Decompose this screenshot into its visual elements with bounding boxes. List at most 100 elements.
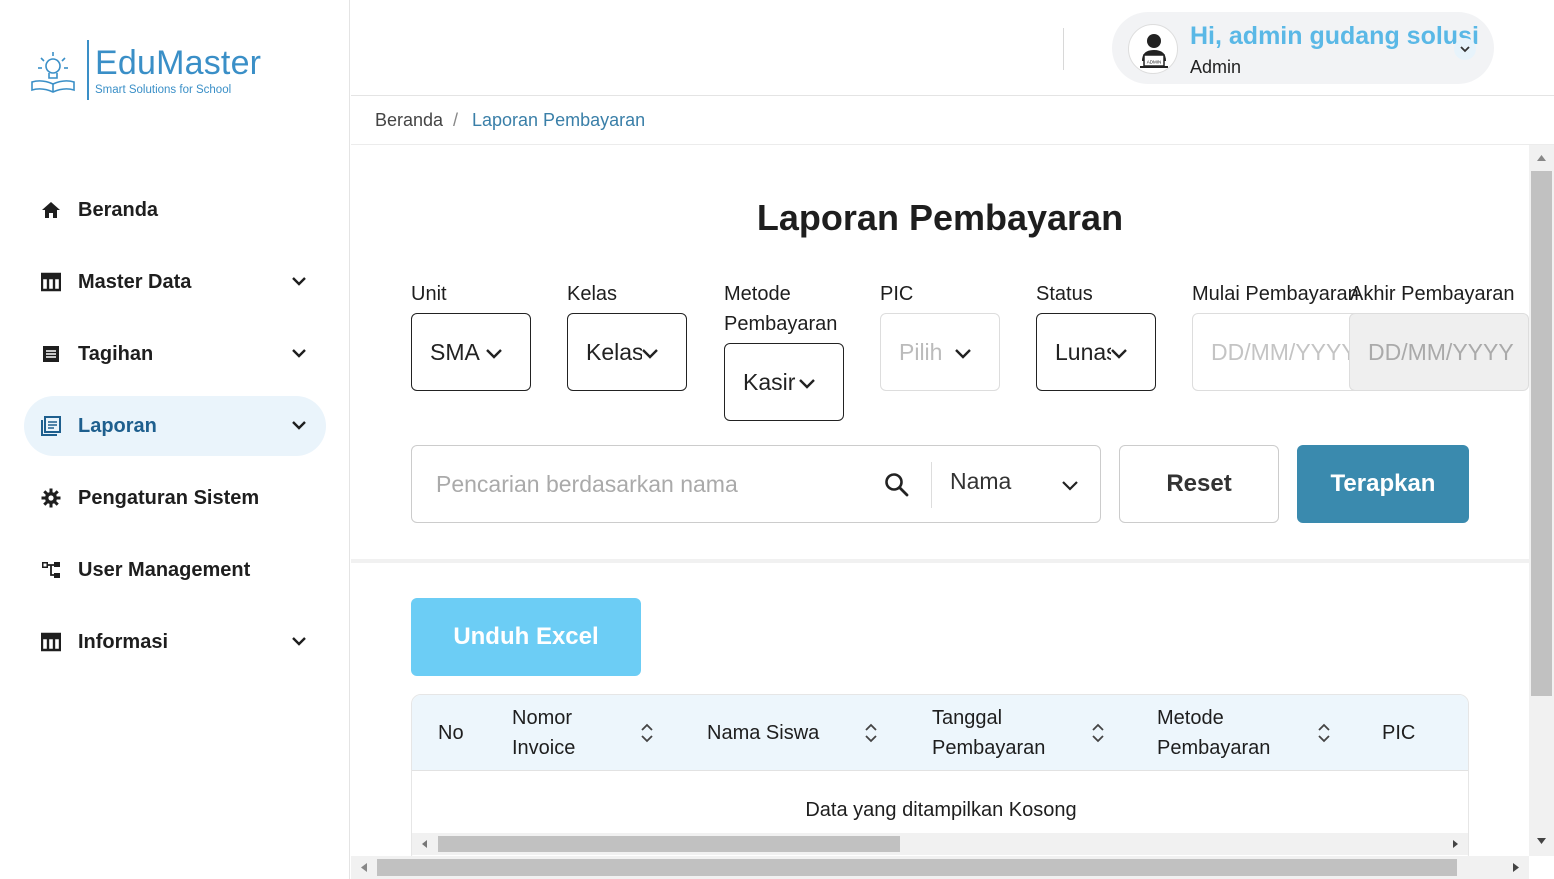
apply-button[interactable]: Terapkan [1297,445,1469,523]
filter-status: Status [1036,279,1093,309]
filter-pic: PIC [880,279,913,309]
sidebar-item-label: Informasi [78,630,169,653]
scroll-right-arrow-icon[interactable] [1511,862,1521,873]
gear-icon [40,487,62,509]
page-title: Laporan Pembayaran [756,197,1124,238]
logo-divider [87,40,89,100]
filter-label: Status [1036,283,1093,305]
scroll-left-arrow-icon[interactable] [420,839,430,849]
table-header: No Nomor Invoice Nama Siswa Tanggal Pemb… [412,695,1468,771]
sort-icon[interactable] [640,722,654,744]
table-horizontal-scrollbar[interactable] [412,833,1468,855]
select-value: Pilih [899,338,943,365]
header-divider [1063,28,1064,70]
table-icon [40,631,62,653]
select-value: Kasir [743,368,796,395]
sidebar-item-label: Tagihan [78,342,154,365]
scrollbar-thumb[interactable] [1531,171,1552,696]
search-field-select[interactable]: Nama [950,468,1011,495]
chevron-down-icon [486,349,502,359]
sidebar-item-master-data[interactable]: Master Data [24,252,326,312]
kelas-select[interactable]: Kelas [567,313,687,391]
scroll-right-arrow-icon[interactable] [1450,839,1460,849]
select-value: SMA [430,338,480,365]
sidebar-item-tagihan[interactable]: Tagihan [24,324,326,384]
filter-label: Akhir Pembayaran [1350,283,1515,305]
chevron-down-icon [955,349,971,359]
sidebar-item-pengaturan-sistem[interactable]: Pengaturan Sistem [24,468,326,528]
sort-icon[interactable] [864,722,878,744]
filter-label: Unit [411,283,447,305]
scrollbar-thumb[interactable] [438,836,900,852]
sidebar: EduMaster Smart Solutions for School Ber… [0,0,350,879]
page-vertical-scrollbar[interactable] [1529,145,1554,856]
metode-select[interactable]: Kasir [724,343,844,421]
report-icon [40,415,62,437]
brand-logo[interactable]: EduMaster Smart Solutions for School [28,40,268,102]
column-header-metode-pembayaran[interactable]: Metode Pembayaran [1157,695,1297,771]
search-icon[interactable] [884,472,910,498]
scrollbar-thumb[interactable] [377,859,1457,876]
sidebar-item-user-management[interactable]: User Management [24,540,326,600]
sidebar-nav: Beranda Master Data Tagihan Laporan Peng… [24,180,326,684]
scroll-up-arrow-icon[interactable] [1536,153,1547,162]
export-excel-button[interactable]: Unduh Excel [411,598,641,676]
breadcrumb-separator: / [453,110,459,130]
unit-select[interactable]: SMA [411,313,531,391]
sidebar-item-laporan[interactable]: Laporan [24,396,326,456]
pic-select[interactable]: Pilih [880,313,1000,391]
filter-label: Mulai Pembayaran [1192,283,1359,305]
sort-icon[interactable] [1317,722,1331,744]
chevron-down-icon[interactable] [1060,475,1080,495]
hierarchy-icon [40,559,62,581]
svg-text:ADMIN: ADMIN [1147,60,1162,65]
column-header-nomor-invoice[interactable]: Nomor Invoice [512,695,622,771]
akhir-date-input[interactable]: DD/MM/YYYY [1349,313,1529,391]
filter-label: Metode Pembayaran [724,283,838,335]
filter-label: PIC [880,283,914,305]
breadcrumb: Beranda / Laporan Pembayaran [351,96,1554,145]
breadcrumb-current[interactable]: Laporan Pembayaran [472,110,645,131]
sidebar-item-beranda[interactable]: Beranda [24,180,326,240]
breadcrumb-home[interactable]: Beranda [375,110,443,131]
chevron-down-icon[interactable] [1454,38,1476,60]
column-header-tanggal-pembayaran[interactable]: Tanggal Pembayaran [932,695,1072,771]
filter-akhir: Akhir Pembayaran [1350,279,1515,309]
select-value: Kelas [586,338,642,365]
mulai-date-input[interactable]: DD/MM/YYYY [1192,313,1362,391]
user-menu[interactable]: ADMIN Hi, admin gudang solusi Admin [1112,12,1494,84]
chevron-down-icon [292,349,306,358]
search-input[interactable] [412,446,872,522]
scroll-left-arrow-icon[interactable] [359,862,369,873]
sidebar-item-informasi[interactable]: Informasi [24,612,326,672]
reset-button[interactable]: Reset [1119,445,1279,523]
chevron-down-icon [642,349,658,359]
page-horizontal-scrollbar[interactable] [351,856,1529,879]
status-select[interactable]: Lunas [1036,313,1156,391]
brand-name: EduMaster [95,44,262,82]
date-placeholder: DD/MM/YYYY [1368,338,1514,365]
search-divider [931,462,932,508]
chevron-down-icon [799,379,815,389]
scroll-down-arrow-icon[interactable] [1536,837,1547,846]
sidebar-item-label: User Management [78,558,251,581]
sort-icon[interactable] [1091,722,1105,744]
column-header-no: No [438,722,464,744]
payment-report-table: No Nomor Invoice Nama Siswa Tanggal Pemb… [411,694,1469,856]
select-value: Lunas [1055,338,1111,365]
chevron-down-icon [1111,349,1127,359]
table-icon [40,271,62,293]
date-placeholder: DD/MM/YYYY [1211,338,1357,365]
sidebar-item-label: Beranda [78,198,159,221]
admin-avatar-icon: ADMIN [1128,24,1178,74]
filter-unit: Unit [411,279,447,309]
filter-metode: Metode Pembayaran [724,279,854,339]
home-icon [40,199,62,221]
search-box: Nama [411,445,1101,523]
user-greeting: Hi, admin gudang solusi [1190,22,1479,50]
user-role: Admin [1190,57,1242,77]
brand-tagline: Smart Solutions for School [95,84,232,96]
sidebar-item-label: Pengaturan Sistem [78,486,260,509]
chevron-down-icon [292,637,306,646]
column-header-nama-siswa[interactable]: Nama Siswa [707,695,819,771]
